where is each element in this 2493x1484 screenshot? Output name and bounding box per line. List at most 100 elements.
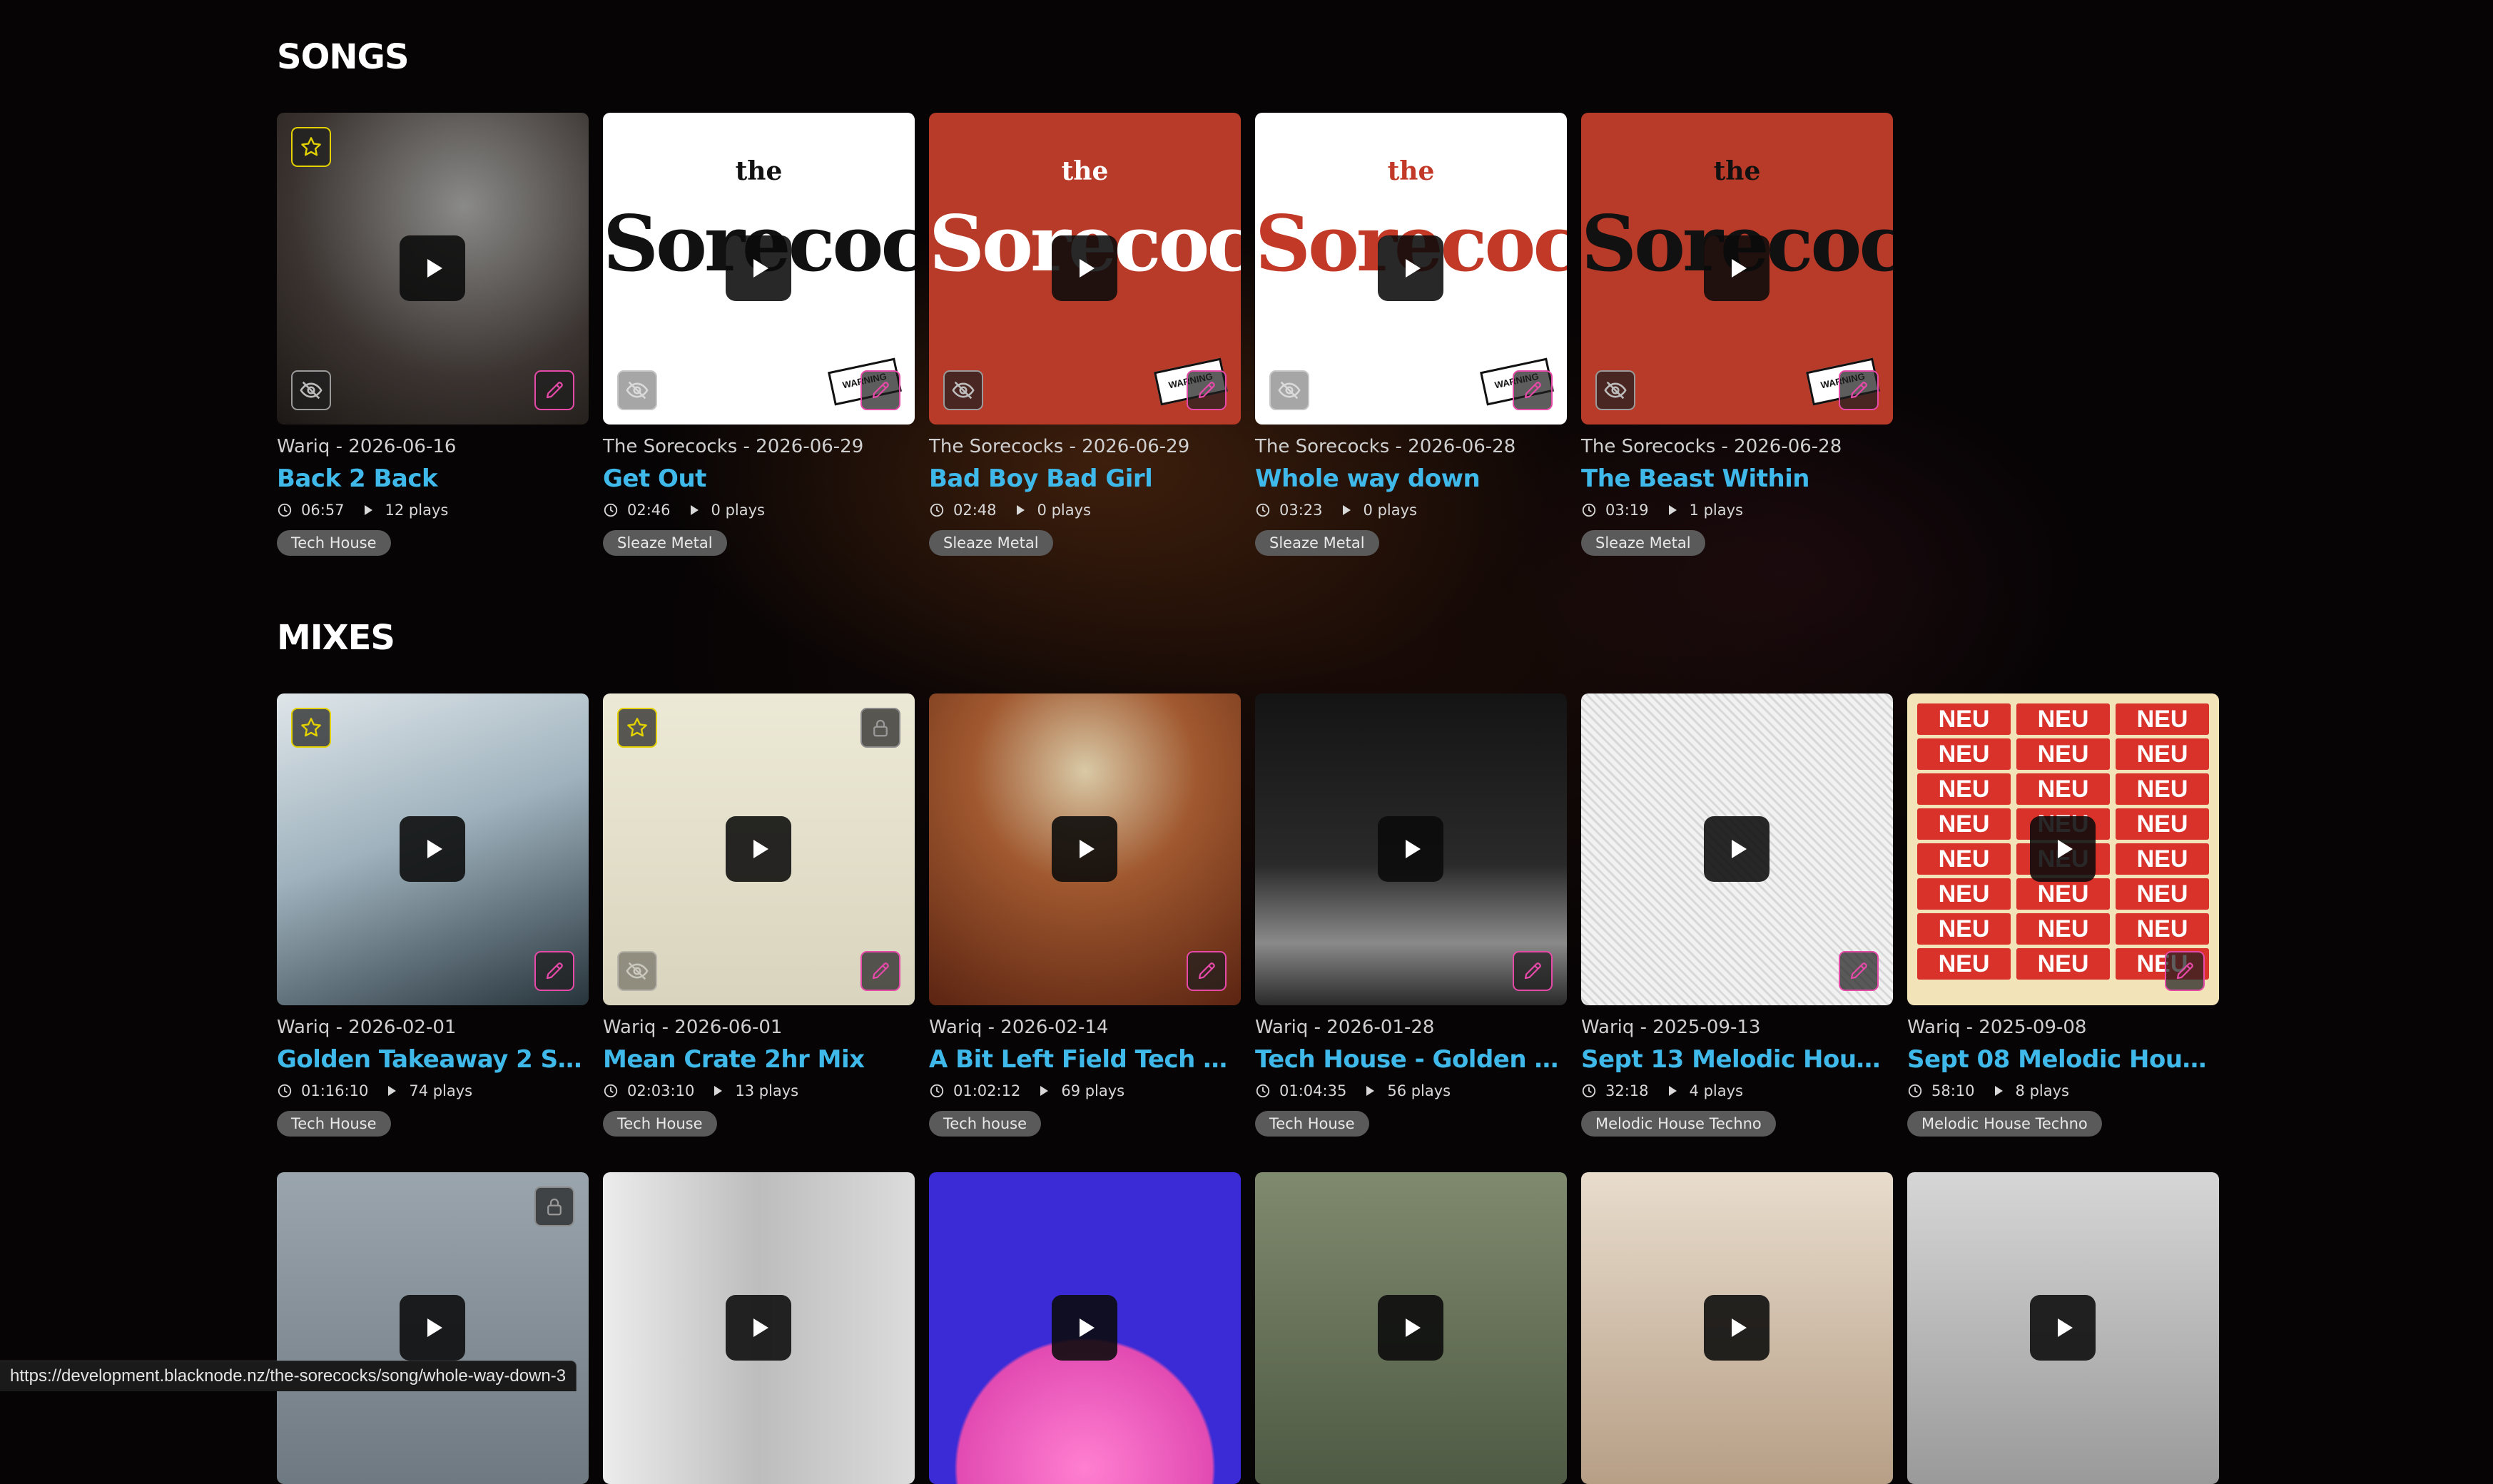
play-button[interactable] — [1704, 1295, 1770, 1361]
play-button[interactable] — [1052, 1295, 1117, 1361]
play-button[interactable] — [726, 235, 791, 301]
track-title-link[interactable]: Sept 13 Melodic House Techno — [1581, 1045, 1893, 1074]
play-button[interactable] — [2030, 816, 2096, 882]
play-button[interactable] — [1378, 235, 1443, 301]
cover-art[interactable] — [277, 113, 589, 425]
pencil-icon[interactable] — [1187, 951, 1227, 991]
cover-art[interactable] — [929, 1172, 1241, 1484]
track-stats: 32:18 4 plays — [1581, 1082, 1893, 1099]
track-title-link[interactable]: Whole way down — [1255, 464, 1567, 493]
genre-tag[interactable]: Tech House — [277, 530, 391, 556]
genre-tag[interactable]: Sleaze Metal — [1581, 530, 1705, 556]
clock-icon — [929, 502, 953, 518]
cover-art[interactable]: theSorecocksWARNING — [1581, 113, 1893, 425]
pencil-icon[interactable] — [2165, 951, 2205, 991]
genre-tag[interactable]: Tech House — [603, 1111, 717, 1137]
neu-label: NEU — [2116, 703, 2209, 735]
cover-art[interactable] — [1255, 1172, 1567, 1484]
clock-icon — [1907, 1083, 1931, 1099]
pencil-icon[interactable] — [1839, 951, 1879, 991]
play-small-icon — [714, 1086, 723, 1096]
cover-art[interactable] — [1581, 693, 1893, 1005]
songs-heading: SONGS — [277, 37, 410, 77]
neu-label: NEU — [2016, 773, 2110, 805]
pencil-icon[interactable] — [534, 370, 574, 410]
genre-tag[interactable]: Sleaze Metal — [603, 530, 727, 556]
play-button[interactable] — [1052, 816, 1117, 882]
genre-tag[interactable]: Sleaze Metal — [929, 530, 1053, 556]
track-title-link[interactable]: Bad Boy Bad Girl — [929, 464, 1241, 493]
genre-tag[interactable]: Melodic House Techno — [1581, 1111, 1776, 1137]
play-button[interactable] — [1704, 235, 1770, 301]
pencil-icon[interactable] — [860, 951, 900, 991]
genre-tag[interactable]: Melodic House Techno — [1907, 1111, 2102, 1137]
duration: 03:19 — [1605, 502, 1649, 519]
eye-off-icon[interactable] — [1595, 370, 1635, 410]
cover-art[interactable] — [603, 1172, 915, 1484]
genre-tag[interactable]: Tech House — [277, 1111, 391, 1137]
eye-off-icon[interactable] — [943, 370, 983, 410]
play-button[interactable] — [400, 235, 465, 301]
eye-off-icon[interactable] — [617, 951, 657, 991]
pencil-icon[interactable] — [1187, 370, 1227, 410]
neu-label: NEU — [2116, 913, 2209, 945]
eye-off-icon[interactable] — [1269, 370, 1309, 410]
pencil-icon[interactable] — [1513, 370, 1553, 410]
cover-art[interactable]: NEU NEU NEU NEU NEU NEU NEU NEU NEU NEU NEU NEU NEU N… — [1907, 693, 2219, 1005]
cover-art[interactable]: theSorecocksWARNING — [603, 113, 915, 425]
track-title-link[interactable]: Tech House - Golden Takeaway — [1255, 1045, 1567, 1074]
track-title-link[interactable]: The Beast Within — [1581, 464, 1893, 493]
cover-art[interactable] — [1581, 1172, 1893, 1484]
star-icon[interactable] — [617, 708, 657, 748]
star-icon[interactable] — [291, 708, 331, 748]
play-button[interactable] — [2030, 1295, 2096, 1361]
play-icon — [753, 1318, 768, 1337]
genre-tag[interactable]: Tech House — [1255, 1111, 1369, 1137]
play-button[interactable] — [400, 816, 465, 882]
eye-off-icon[interactable] — [617, 370, 657, 410]
track-title-link[interactable]: Get Out — [603, 464, 915, 493]
mix-card: Wariq - 2025-09-13 Sept 13 Melodic House … — [1581, 693, 1893, 1137]
cover-art[interactable] — [603, 693, 915, 1005]
pencil-icon[interactable] — [534, 951, 574, 991]
cover-art[interactable] — [929, 693, 1241, 1005]
track-title-link[interactable]: Sept 08 Melodic House Techno — [1907, 1045, 2219, 1074]
track-title-link[interactable]: Back 2 Back — [277, 464, 589, 493]
track-title-link[interactable]: Mean Crate 2hr Mix — [603, 1045, 915, 1074]
neu-label: NEU — [2116, 843, 2209, 875]
cover-art[interactable]: theSorecocksWARNING — [929, 113, 1241, 425]
play-button[interactable] — [726, 816, 791, 882]
play-icon — [427, 1318, 442, 1337]
cover-art[interactable] — [277, 1172, 589, 1484]
play-icon — [1405, 259, 1421, 278]
neu-label: NEU — [1917, 808, 2011, 840]
cover-art[interactable] — [1255, 693, 1567, 1005]
genre-tag[interactable]: Sleaze Metal — [1255, 530, 1379, 556]
pencil-icon[interactable] — [1513, 951, 1553, 991]
play-button[interactable] — [400, 1295, 465, 1361]
band-logo-the: the — [1387, 156, 1435, 186]
play-icon — [753, 259, 768, 278]
song-card: Wariq - 2026-06-16 Back 2 Back 06:57 12 pla… — [277, 113, 589, 556]
pencil-icon[interactable] — [1839, 370, 1879, 410]
play-button[interactable] — [726, 1295, 791, 1361]
cover-art[interactable]: theSorecocksWARNING — [1255, 113, 1567, 425]
song-card: theSorecocksWARNING The Sorecocks - 2026-… — [603, 113, 915, 556]
play-button[interactable] — [1704, 816, 1770, 882]
play-small-icon — [1040, 1086, 1049, 1096]
play-button[interactable] — [1052, 235, 1117, 301]
mix-card — [1581, 1172, 1893, 1484]
cover-art[interactable] — [1907, 1172, 2219, 1484]
track-title-link[interactable]: Golden Takeaway 2 Set 2 — [277, 1045, 589, 1074]
mix-card — [603, 1172, 915, 1484]
track-title-link[interactable]: A Bit Left Field Tech House — [929, 1045, 1241, 1074]
duration: 01:02:12 — [953, 1082, 1021, 1099]
track-stats: 03:19 1 plays — [1581, 502, 1893, 519]
eye-off-icon[interactable] — [291, 370, 331, 410]
pencil-icon[interactable] — [860, 370, 900, 410]
play-button[interactable] — [1378, 816, 1443, 882]
genre-tag[interactable]: Tech house — [929, 1111, 1042, 1137]
cover-art[interactable] — [277, 693, 589, 1005]
star-icon[interactable] — [291, 127, 331, 167]
play-button[interactable] — [1378, 1295, 1443, 1361]
